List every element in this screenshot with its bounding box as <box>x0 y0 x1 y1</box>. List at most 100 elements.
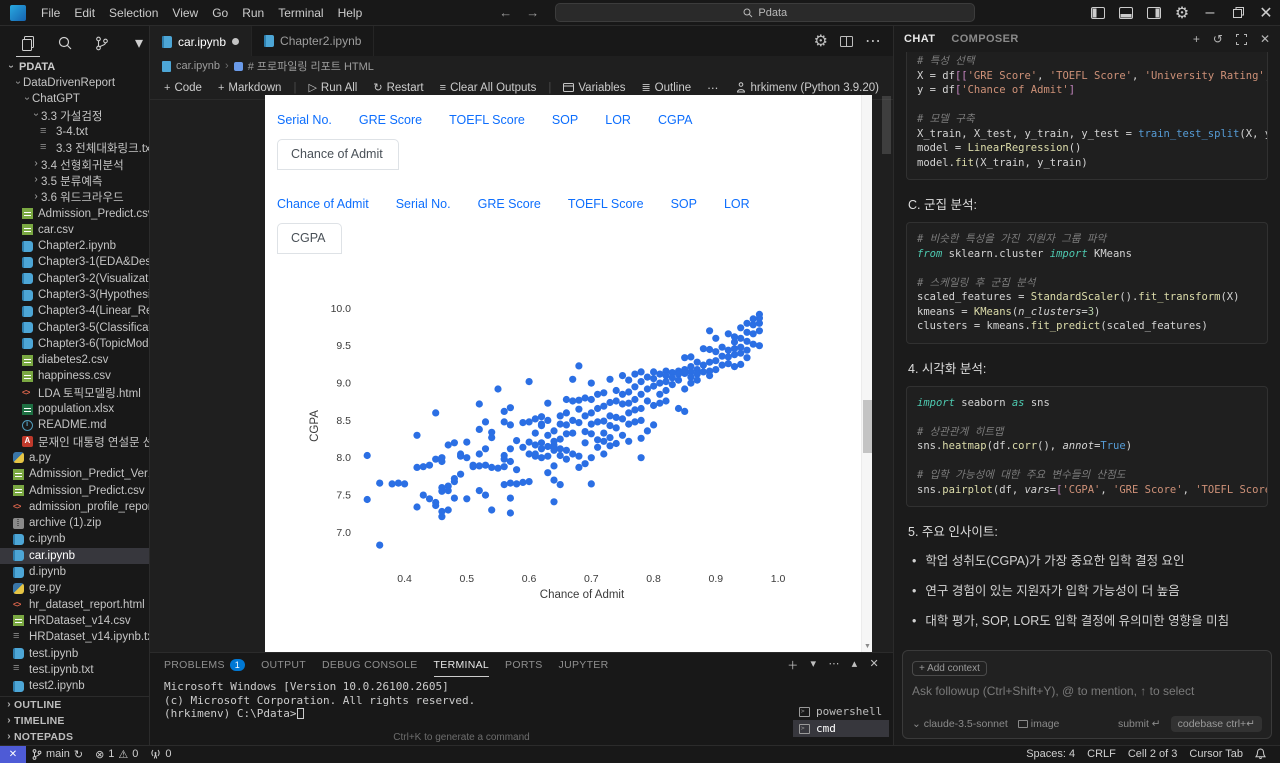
toggle-sidebar-icon[interactable] <box>1084 0 1112 26</box>
tree-item-admission_predict.csv[interactable]: Admission_Predict.csv <box>0 482 149 498</box>
modified-dot-icon[interactable] <box>232 38 240 45</box>
tree-item-car.ipynb[interactable]: car.ipynb <box>0 547 149 564</box>
sync-icon[interactable]: ↻ <box>74 748 83 761</box>
outline-button[interactable]: ≣ Outline <box>635 79 697 96</box>
tree-item-3-4.txt[interactable]: 3-4.txt <box>0 124 149 140</box>
tree-item-3.3_______.txt[interactable]: 3.3 전체대화링크.txt <box>0 140 149 156</box>
panel-more-icon[interactable]: ⋯ <box>828 657 839 673</box>
breadcrumb[interactable]: car.ipynb › # 프로파일링 리포트 HTML <box>150 56 893 76</box>
tree-item-hrdataset_v14.csv[interactable]: HRDataset_v14.csv <box>0 613 149 629</box>
tree-item-chapter2.ipynb[interactable]: Chapter2.ipynb <box>0 238 149 254</box>
report-tab-link-toefl-score[interactable]: TOEFL Score <box>449 109 525 131</box>
tree-item-chatgpt[interactable]: › ChatGPT <box>0 91 149 107</box>
git-branch-item[interactable]: main ↻ <box>26 746 89 763</box>
chat-message-area[interactable]: # 특성 선택 X = df[['GRE Score', 'TOEFL Score… <box>894 52 1280 646</box>
tree-item-gre.py[interactable]: gre.py <box>0 580 149 596</box>
menu-file[interactable]: File <box>34 0 67 26</box>
tree-item-test.ipynb[interactable]: test.ipynb <box>0 645 149 661</box>
scroll-down-arrow-icon[interactable]: ▼ <box>864 643 871 650</box>
menu-terminal[interactable]: Terminal <box>271 0 330 26</box>
tree-item-diabetes2.csv[interactable]: diabetes2.csv <box>0 352 149 368</box>
terminal-body[interactable]: Microsoft Windows [Version 10.0.26100.26… <box>150 677 893 745</box>
tree-item-admission_profile_report.h...[interactable]: admission_profile_report.h... <box>0 499 149 515</box>
tree-item-admission_predict_ver1.1....[interactable]: Admission_Predict_Ver1.1.... <box>0 466 149 482</box>
tree-item-chapter3-3_hypothesis_t...[interactable]: Chapter3-3(Hypothesis_t... <box>0 287 149 303</box>
cell-scrollbar-thumb[interactable] <box>863 400 872 453</box>
history-back-icon[interactable]: ← <box>499 5 512 20</box>
menu-view[interactable]: View <box>165 0 205 26</box>
tree-item-chapter3-1_eda_descrip...[interactable]: Chapter3-1(EDA&Descrip... <box>0 254 149 270</box>
new-chat-icon[interactable]: + <box>1193 32 1200 46</box>
menu-edit[interactable]: Edit <box>67 0 102 26</box>
sidebar-section-timeline[interactable]: › TIMELINE <box>0 713 149 729</box>
more-views-chevron-icon[interactable]: ▾ <box>129 33 149 53</box>
more-actions-icon[interactable]: ⋯ <box>865 31 881 51</box>
tree-item-c.ipynb[interactable]: c.ipynb <box>0 531 149 547</box>
panel-tab-problems[interactable]: PROBLEMS 1 <box>164 653 246 677</box>
report-tab-link-gre-score[interactable]: GRE Score <box>478 193 541 215</box>
report-tab-link-sop[interactable]: SOP <box>671 193 697 215</box>
expand-chat-icon[interactable] <box>1235 33 1247 45</box>
tree-item-3.4_______[interactable]: › 3.4 선형회귀분석 <box>0 156 149 172</box>
tree-item-car.csv[interactable]: car.csv <box>0 222 149 238</box>
report-tab-link-lor[interactable]: LOR <box>605 109 631 131</box>
remote-indicator[interactable]: ✕ <box>0 745 26 763</box>
window-close-button[interactable]: ✕ <box>1252 0 1280 26</box>
submit-button[interactable]: submit ↵ <box>1118 718 1161 730</box>
attach-image-button[interactable]: image <box>1017 718 1059 730</box>
tree-item-population.xlsx[interactable]: population.xlsx <box>0 401 149 417</box>
kernel-picker[interactable]: hrkimenv (Python 3.9.20) <box>736 82 893 94</box>
report-active-tab-cgpa[interactable]: CGPA <box>277 223 342 254</box>
history-forward-icon[interactable]: → <box>526 5 539 20</box>
panel-tab-debug-console[interactable]: DEBUG CONSOLE <box>322 653 418 677</box>
window-restore-button[interactable] <box>1224 0 1252 26</box>
window-minimize-button[interactable]: – <box>1196 0 1224 26</box>
tree-item-a.py[interactable]: a.py <box>0 450 149 466</box>
panel-tab-output[interactable]: OUTPUT <box>261 653 306 677</box>
tree-item-hrdataset_v14.ipynb.txt[interactable]: HRDataset_v14.ipynb.txt <box>0 629 149 645</box>
sidebar-section-outline[interactable]: › OUTLINE <box>0 697 149 713</box>
run-all-button[interactable]: ▷ Run All <box>302 79 363 96</box>
report-tab-link-cgpa[interactable]: CGPA <box>658 109 693 131</box>
status-cell-2-of-3[interactable]: Cell 2 of 3 <box>1122 746 1184 763</box>
tree-item-test2.ipynb[interactable]: test2.ipynb <box>0 678 149 694</box>
layout-settings-gear-icon[interactable]: ⚙ <box>1168 0 1196 26</box>
panel-tab-terminal[interactable]: TERMINAL <box>433 653 490 677</box>
report-tab-link-lor[interactable]: LOR <box>724 193 750 215</box>
split-editor-icon[interactable] <box>840 35 853 47</box>
maximize-panel-icon[interactable]: ▴ <box>852 657 858 673</box>
command-search-box[interactable]: Pdata <box>555 3 976 22</box>
clear-all-outputs-button[interactable]: ≡ Clear All Outputs <box>434 80 543 96</box>
breadcrumb-file[interactable]: car.ipynb <box>176 60 220 72</box>
report-tab-link-sop[interactable]: SOP <box>552 109 578 131</box>
tree-item-admission_predict.csv[interactable]: Admission_Predict.csv <box>0 205 149 221</box>
breadcrumb-cell[interactable]: # 프로파일링 리포트 HTML <box>248 58 374 74</box>
tab-composer[interactable]: COMPOSER <box>951 33 1018 45</box>
tree-item-happiness.csv[interactable]: happiness.csv <box>0 368 149 384</box>
report-tab-link-gre-score[interactable]: GRE Score <box>359 109 422 131</box>
close-chat-icon[interactable]: ✕ <box>1260 32 1270 46</box>
sidebar-section-notepads[interactable]: › NOTEPADS <box>0 729 149 745</box>
tree-item-3.5_____[interactable]: › 3.5 분류예측 <box>0 173 149 189</box>
chat-input-field[interactable] <box>912 684 1262 698</box>
add-markdown-cell-button[interactable]: + Markdown <box>212 80 288 96</box>
workspace-root[interactable]: › PDATA <box>0 58 149 75</box>
status-cursor-tab[interactable]: Cursor Tab <box>1183 746 1249 763</box>
tree-item-readme.md[interactable]: README.md <box>0 417 149 433</box>
source-control-icon[interactable] <box>92 33 112 53</box>
notifications-bell-icon[interactable] <box>1249 746 1272 763</box>
variables-button[interactable]: Variables <box>557 80 631 96</box>
explorer-icon[interactable] <box>16 33 40 57</box>
toggle-panel-icon[interactable] <box>1112 0 1140 26</box>
report-tab-link-serial-no-[interactable]: Serial No. <box>396 193 451 215</box>
tab-car-ipynb[interactable]: car.ipynb <box>150 26 253 56</box>
status-crlf[interactable]: CRLF <box>1081 746 1122 763</box>
add-code-cell-button[interactable]: + Code <box>158 80 208 96</box>
chat-input-box[interactable]: + Add context ⌄ claude-3.5-sonnet image … <box>902 650 1272 739</box>
report-tab-link-chance-of-admit[interactable]: Chance of Admit <box>277 193 369 215</box>
tree-item-lda______.html[interactable]: LDA 토픽모델링.html <box>0 385 149 401</box>
tree-item-chapter3-4_linear_regre...[interactable]: Chapter3-4(Linear_Regre... <box>0 303 149 319</box>
tree-item-chapter3-5_classification...[interactable]: Chapter3-5(Classification... <box>0 319 149 335</box>
model-selector[interactable]: ⌄ claude-3.5-sonnet <box>912 718 1008 730</box>
notebook-kernel-gear-icon[interactable]: ⚙ <box>814 31 828 51</box>
